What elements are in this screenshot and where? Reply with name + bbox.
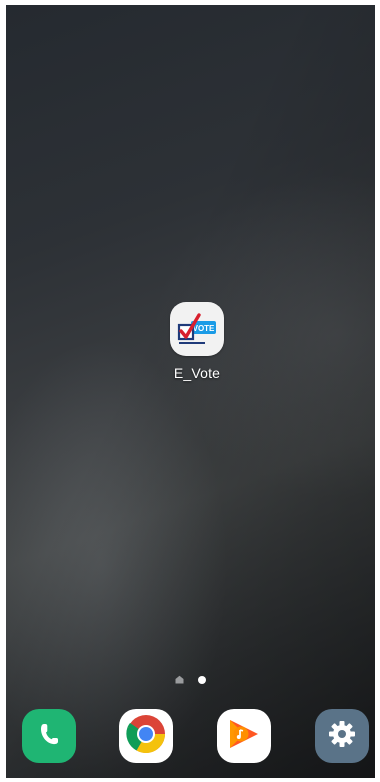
play-music-app-button[interactable]	[217, 709, 271, 763]
phone-app-button[interactable]	[22, 709, 76, 763]
home-screen-wallpaper: VOTE E_Vote	[6, 5, 375, 778]
page-indicator	[6, 675, 375, 685]
home-page-icon[interactable]	[175, 671, 184, 689]
vote-badge-text: VOTE	[193, 324, 215, 333]
chrome-app-button[interactable]	[119, 709, 173, 763]
settings-app-button[interactable]	[315, 709, 369, 763]
chrome-icon	[125, 713, 167, 760]
app-dock	[6, 709, 375, 769]
app-label: E_Vote	[173, 365, 221, 381]
page-dot-current[interactable]	[198, 676, 206, 684]
app-e-vote[interactable]: VOTE E_Vote	[164, 302, 230, 381]
e-vote-ballot-icon[interactable]: VOTE	[170, 302, 224, 356]
phone-icon	[35, 720, 63, 753]
gear-icon	[327, 719, 357, 754]
play-music-icon	[224, 714, 264, 759]
